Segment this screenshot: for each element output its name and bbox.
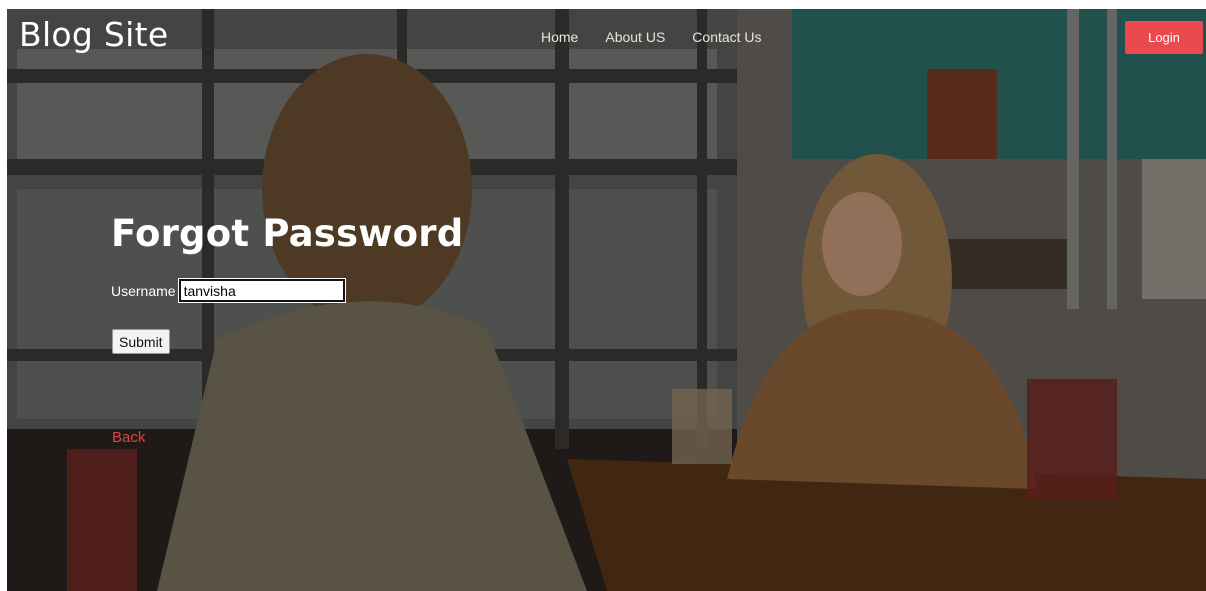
username-input[interactable] (177, 278, 346, 303)
nav-contact-link[interactable]: Contact Us (692, 29, 761, 45)
brand-logo[interactable]: Blog Site (19, 15, 169, 54)
login-button[interactable]: Login (1125, 21, 1203, 54)
nav-home-link[interactable]: Home (541, 29, 578, 45)
page-frame: Blog Site Home About US Contact Us Login… (7, 9, 1206, 591)
username-label: Username (111, 282, 176, 299)
main-nav: Home About US Contact Us (541, 29, 762, 45)
nav-about-link[interactable]: About US (605, 29, 665, 45)
username-row: Username (111, 278, 346, 303)
page-title: Forgot Password (111, 212, 464, 255)
submit-button[interactable]: Submit (112, 329, 170, 354)
back-link[interactable]: Back (112, 429, 145, 446)
